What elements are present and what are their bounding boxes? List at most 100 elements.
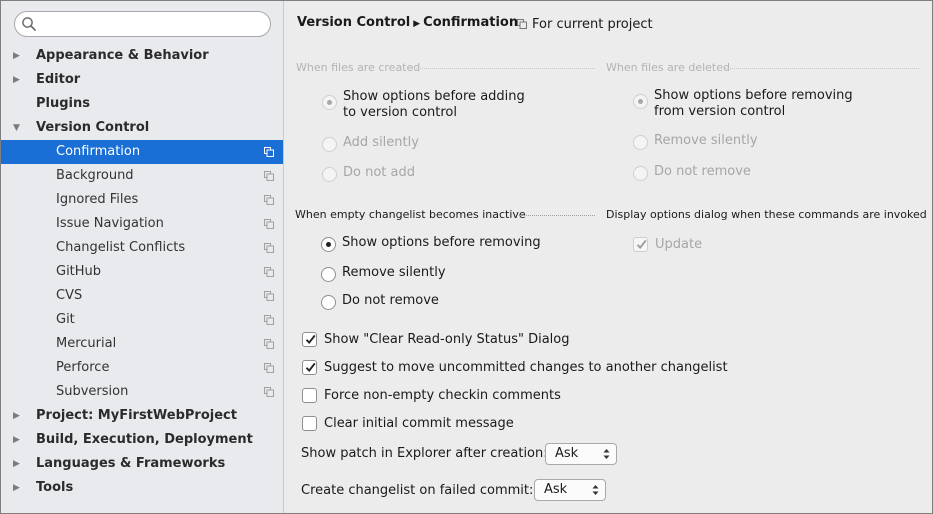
group-title-empty-changelist: When empty changelist becomes inactive <box>295 208 526 221</box>
tree-item-project[interactable]: ▶ Project: MyFirstWebProject <box>1 404 283 428</box>
group-title-files-created: When files are created <box>296 61 421 74</box>
radio-empty-remove-silently[interactable]: Remove silently <box>321 265 521 283</box>
radio-button[interactable] <box>322 167 337 182</box>
checkbox-label: Clear initial commit message <box>324 416 514 431</box>
tree-item-languages-frameworks[interactable]: ▶ Languages & Frameworks <box>1 452 283 476</box>
radio-created-do-not-add[interactable]: Do not add <box>322 165 522 183</box>
expand-arrow-icon[interactable]: ▶ <box>13 404 23 428</box>
radio-deleted-show-options[interactable]: Show options before removing from version… <box>633 88 903 122</box>
radio-deleted-do-not-remove[interactable]: Do not remove <box>633 164 833 182</box>
expand-arrow-icon[interactable]: ▶ <box>13 428 23 452</box>
radio-deleted-remove-silently[interactable]: Remove silently <box>633 133 833 151</box>
tree-item-git[interactable]: Git <box>1 308 283 332</box>
breadcrumb: Version Control ▶ Confirmation <box>297 15 518 35</box>
tree-item-cvs[interactable]: CVS <box>1 284 283 308</box>
radio-button[interactable] <box>321 267 336 282</box>
collapse-arrow-icon[interactable]: ▼ <box>13 116 23 140</box>
tree-item-confirmation[interactable]: Confirmation <box>1 140 283 164</box>
breadcrumb-separator-icon: ▶ <box>413 19 421 29</box>
radio-button[interactable] <box>322 137 337 152</box>
tree-item-plugins[interactable]: Plugins <box>1 92 283 116</box>
tree-item-label: Tools <box>36 480 74 495</box>
tree-item-perforce[interactable]: Perforce <box>1 356 283 380</box>
radio-empty-do-not-remove[interactable]: Do not remove <box>321 293 521 311</box>
tree-item-label: Plugins <box>36 96 90 111</box>
checkbox-suggest-move-changes[interactable]: Suggest to move uncommitted changes to a… <box>302 359 762 377</box>
tree-item-issue-navigation[interactable]: Issue Navigation <box>1 212 283 236</box>
checkbox[interactable] <box>302 416 317 431</box>
radio-label-line1: Show options before removing <box>654 88 853 103</box>
checkmark-icon <box>636 239 647 249</box>
tree-item-tools[interactable]: ▶ Tools <box>1 476 283 500</box>
search-field[interactable] <box>14 11 271 37</box>
project-scope-icon <box>264 339 274 349</box>
radio-button[interactable] <box>633 94 648 109</box>
project-scope-icon <box>264 267 274 277</box>
radio-button[interactable] <box>321 237 336 252</box>
project-scope-icon <box>264 387 274 397</box>
tree-item-label: Mercurial <box>56 336 117 351</box>
radio-created-add-silently[interactable]: Add silently <box>322 135 522 153</box>
breadcrumb-current: Confirmation <box>423 15 519 30</box>
checkbox-label: Show "Clear Read-only Status" Dialog <box>324 332 570 347</box>
radio-label-line2: to version control <box>343 105 457 120</box>
tree-item-subversion[interactable]: Subversion <box>1 380 283 404</box>
select-value: Ask <box>555 446 579 461</box>
checkbox-update[interactable]: Update <box>633 236 753 254</box>
tree-item-editor[interactable]: ▶ Editor <box>1 68 283 92</box>
expand-arrow-icon[interactable]: ▶ <box>13 476 23 500</box>
checkbox-force-checkin-comments[interactable]: Force non-empty checkin comments <box>302 387 602 405</box>
project-scope-icon <box>264 363 274 373</box>
project-scope-icon <box>264 147 274 157</box>
updown-arrows-icon <box>592 485 599 495</box>
project-scope-icon <box>264 243 274 253</box>
checkbox-label: Update <box>655 237 703 252</box>
radio-label: Remove silently <box>654 133 758 148</box>
checkbox-clear-commit-message[interactable]: Clear initial commit message <box>302 415 602 433</box>
radio-button[interactable] <box>322 95 337 110</box>
select-value: Ask <box>544 482 568 497</box>
tree-item-label: Editor <box>36 72 81 87</box>
checkbox[interactable] <box>302 388 317 403</box>
checkbox-label: Force non-empty checkin comments <box>324 388 561 403</box>
tree-item-mercurial[interactable]: Mercurial <box>1 332 283 356</box>
tree-item-label: Project: MyFirstWebProject <box>36 408 237 423</box>
tree-item-ignored-files[interactable]: Ignored Files <box>1 188 283 212</box>
tree-item-label: Changelist Conflicts <box>56 240 186 255</box>
checkbox-label: Suggest to move uncommitted changes to a… <box>324 360 728 375</box>
tree-item-label: Build, Execution, Deployment <box>36 432 253 447</box>
tree-item-appearance-behavior[interactable]: ▶ Appearance & Behavior <box>1 44 283 68</box>
tree-item-build-execution-deployment[interactable]: ▶ Build, Execution, Deployment <box>1 428 283 452</box>
tree-item-background[interactable]: Background <box>1 164 283 188</box>
checkbox[interactable] <box>302 360 317 375</box>
tree-item-label: Appearance & Behavior <box>36 48 209 63</box>
project-scope-icon <box>517 19 527 29</box>
show-patch-select[interactable]: Ask <box>545 443 617 465</box>
breadcrumb-parent[interactable]: Version Control <box>297 15 410 30</box>
tree-item-label: Perforce <box>56 360 110 375</box>
radio-label: Do not add <box>343 165 415 180</box>
radio-button[interactable] <box>633 166 648 181</box>
tree-item-label: Languages & Frameworks <box>36 456 226 471</box>
checkbox-clear-readonly-status[interactable]: Show "Clear Read-only Status" Dialog <box>302 331 602 349</box>
group-divider <box>410 68 595 69</box>
expand-arrow-icon[interactable]: ▶ <box>13 452 23 476</box>
radio-label: Show options before removing from version… <box>654 88 853 120</box>
expand-arrow-icon[interactable]: ▶ <box>13 68 23 92</box>
checkbox[interactable] <box>302 332 317 347</box>
radio-button[interactable] <box>633 135 648 150</box>
checkbox[interactable] <box>633 237 648 252</box>
tree-item-label: Version Control <box>36 120 150 135</box>
radio-button[interactable] <box>321 295 336 310</box>
tree-item-version-control[interactable]: ▼ Version Control <box>1 116 283 140</box>
scope-label: For current project <box>532 17 653 32</box>
create-changelist-select[interactable]: Ask <box>534 479 606 501</box>
tree-item-label: CVS <box>56 288 83 303</box>
radio-created-show-options[interactable]: Show options before adding to version con… <box>322 89 582 123</box>
expand-arrow-icon[interactable]: ▶ <box>13 44 23 68</box>
radio-empty-show-options[interactable]: Show options before removing <box>321 235 581 253</box>
tree-item-github[interactable]: GitHub <box>1 260 283 284</box>
project-scope-icon <box>264 315 274 325</box>
group-divider <box>725 68 919 69</box>
tree-item-changelist-conflicts[interactable]: Changelist Conflicts <box>1 236 283 260</box>
